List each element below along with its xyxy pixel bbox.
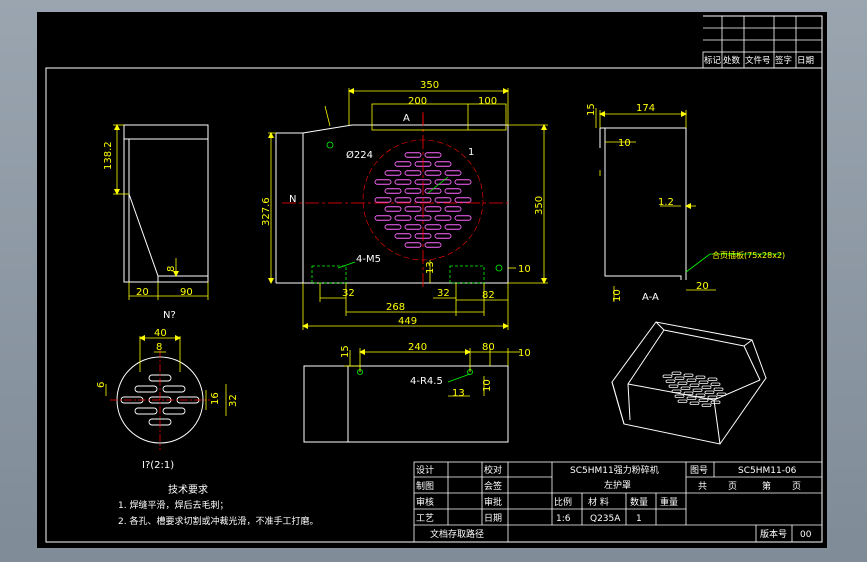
tb-val-scale: 1:6 — [556, 514, 571, 524]
tb-col-qty: 数量 — [630, 496, 648, 508]
section-dim-20: 20 — [696, 281, 709, 292]
front-dim-32-left: 32 — [342, 288, 355, 299]
section-view-label: A-A — [642, 292, 659, 303]
tb-label-review: 审核 — [416, 496, 434, 508]
side-dim-20: 20 — [136, 287, 149, 298]
tb-val-material: Q235A — [590, 514, 621, 524]
tb-version: 00 — [800, 530, 812, 540]
bottom-dim-13: 13 — [452, 388, 465, 399]
part-balloon: 1 — [468, 147, 474, 158]
tb-version-label: 版本号 — [760, 528, 787, 540]
rev-header-mark: 标记 — [704, 55, 722, 66]
front-dim-350-top: 350 — [420, 80, 439, 91]
section-hinge-note: 合页插板(75x28x2) — [712, 250, 785, 260]
detail-dim-8: 8 — [156, 342, 162, 353]
front-dim-350-right: 350 — [534, 196, 545, 215]
section-dim-10-bottom: 10 — [612, 289, 623, 302]
tb-col-scale: 比例 — [554, 496, 572, 508]
front-diameter-label: Ø224 — [346, 149, 373, 161]
bottom-dim-15: 15 — [340, 345, 351, 358]
front-dim-268: 268 — [386, 302, 405, 313]
front-dim-13: 13 — [425, 261, 436, 274]
tb-sheets-total: 共 — [698, 481, 707, 492]
section-dim-10-top: 10 — [618, 138, 631, 149]
tb-part-name: 左护罩 — [604, 479, 631, 491]
rev-header-sign: 签字 — [775, 55, 792, 66]
tb-label-approve: 审批 — [484, 496, 502, 508]
side-dim-8: 8 — [166, 266, 177, 272]
tb-col-weight: 重量 — [660, 496, 678, 508]
bottom-dim-240: 240 — [408, 342, 427, 353]
tb-val-qty: 1 — [636, 514, 642, 524]
section-dim-174: 174 — [636, 103, 655, 114]
tb-label-draw: 制图 — [416, 480, 434, 492]
bottom-dim-80: 80 — [482, 342, 495, 353]
tb-label-design: 设计 — [416, 464, 434, 476]
cad-viewport: 标记 处数 文件号 签字 日期 138.2 20 90 8 N? 350 200… — [0, 0, 867, 562]
front-dim-10: 10 — [518, 264, 531, 275]
side-dim-90: 90 — [180, 287, 193, 298]
front-dim-100: 100 — [478, 96, 497, 107]
bottom-hole-note: 4-R4.5 — [410, 376, 443, 387]
tb-product: SC5HM11强力粉碎机 — [570, 464, 659, 476]
side-dim-height: 138.2 — [103, 141, 114, 170]
detail-view-label: I?(2:1) — [142, 460, 174, 471]
rev-header-fileno: 文件号 — [745, 55, 771, 66]
revision-headers: 标记 处数 文件号 签字 日期 — [704, 55, 814, 66]
tb-sheets-unit2: 页 — [792, 481, 801, 492]
front-dim-32-right: 32 — [437, 288, 450, 299]
cad-drawing[interactable]: 标记 处数 文件号 签字 日期 138.2 20 90 8 N? 350 200… — [0, 0, 867, 562]
tb-col-material: 材 料 — [588, 496, 609, 508]
tb-sheets-sheet: 第 — [762, 480, 771, 492]
front-dim-82: 82 — [482, 290, 495, 301]
tb-label-date: 日期 — [484, 513, 502, 524]
tb-label-sign: 会签 — [484, 480, 502, 492]
tb-label-proof: 校对 — [484, 464, 502, 476]
tb-drawing-no-label: 图号 — [690, 465, 708, 476]
tb-sheets-unit1: 页 — [728, 481, 737, 492]
front-hole-note: 4-M5 — [356, 254, 381, 265]
bottom-dim-10: 10 — [482, 379, 493, 392]
section-dim-1-2: 1.2 — [658, 197, 674, 208]
tb-drawing-no: SC5HM11-06 — [738, 466, 797, 476]
tech-notes-title: 技术要求 — [168, 483, 208, 496]
side-view-label: N? — [163, 310, 176, 321]
rev-header-date: 日期 — [797, 56, 814, 66]
section-dim-15: 15 — [586, 103, 597, 116]
front-dim-449: 449 — [398, 316, 417, 327]
tech-note-2: 2. 各孔、槽要求切割或冲裁光滑，不准手工打磨。 — [118, 515, 318, 527]
tb-label-process: 工艺 — [416, 513, 434, 524]
tech-note-1: 1. 焊缝平滑，焊后去毛刺； — [118, 499, 228, 511]
front-dim-height: 327.6 — [261, 197, 272, 226]
section-label-a: A — [403, 113, 410, 124]
view-arrow-n: N — [289, 194, 296, 205]
tb-label-archive: 文档存取路径 — [430, 528, 484, 540]
detail-dim-16: 16 — [210, 392, 221, 405]
front-dim-200: 200 — [408, 96, 427, 107]
detail-dim-32: 32 — [228, 394, 239, 407]
detail-dim-40: 40 — [154, 328, 167, 339]
bottom-dim-10-right: 10 — [518, 348, 531, 359]
rev-header-count: 处数 — [723, 55, 741, 66]
detail-dim-6: 6 — [96, 382, 107, 388]
